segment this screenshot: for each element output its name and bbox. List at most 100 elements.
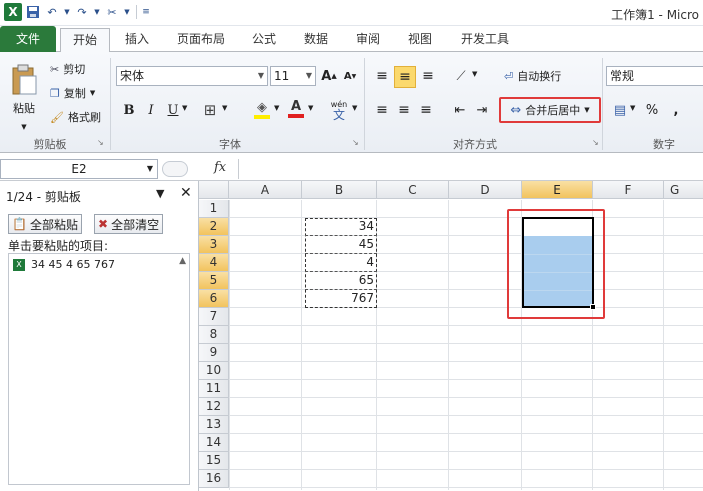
number-format-combo[interactable]: 常规 (606, 66, 703, 86)
cut-button[interactable]: ✂ 剪切 (50, 60, 85, 78)
phonetic-button[interactable]: wén 文 (326, 98, 352, 122)
cell-b5[interactable]: 65 (305, 272, 377, 290)
align-right-icon[interactable]: ≡ (416, 100, 436, 120)
column-header-c[interactable]: C (377, 181, 449, 199)
column-header-g[interactable]: G (664, 181, 703, 199)
tab-view[interactable]: 视图 (400, 28, 440, 52)
font-color-icon[interactable]: A (286, 98, 306, 120)
redo-icon[interactable]: ↷ (74, 4, 90, 20)
row-header[interactable]: 8 (199, 326, 229, 344)
tab-insert[interactable]: 插入 (114, 28, 160, 52)
underline-dropdown-icon[interactable]: ▼ (182, 104, 187, 112)
row-header[interactable]: 2 (199, 218, 229, 236)
borders-icon[interactable]: ⊞ (200, 100, 220, 120)
tab-data[interactable]: 数据 (296, 28, 336, 52)
undo-icon[interactable]: ↶ (44, 4, 60, 20)
row-header[interactable]: 3 (199, 236, 229, 254)
font-name-dropdown-icon[interactable]: ▼ (258, 67, 264, 85)
formula-bar-splitter-icon[interactable] (162, 161, 188, 177)
font-size-combo[interactable]: 11 ▼ (270, 66, 316, 86)
italic-button[interactable]: I (142, 100, 160, 120)
orientation-icon[interactable]: ⟋ (450, 66, 472, 86)
row-header[interactable]: 5 (199, 272, 229, 290)
column-header-e[interactable]: E (522, 181, 593, 199)
clear-all-button[interactable]: ✖ 全部清空 (94, 214, 164, 234)
row-header[interactable]: 7 (199, 308, 229, 326)
tab-home[interactable]: 开始 (60, 28, 110, 53)
undo-dropdown-icon[interactable]: ▼ (63, 4, 71, 20)
name-box[interactable]: E2 ▼ (0, 159, 158, 179)
paste-dropdown[interactable]: ▼ (18, 122, 30, 132)
row-header[interactable]: 16 (199, 470, 229, 488)
align-top-icon[interactable]: ≡ (372, 66, 392, 86)
tab-review[interactable]: 审阅 (348, 28, 388, 52)
row-header[interactable]: 15 (199, 452, 229, 470)
copy-button[interactable]: ❐ 复制 ▼ (50, 84, 95, 102)
clipboard-launcher-icon[interactable]: ↘ (97, 138, 104, 147)
underline-button[interactable]: U (164, 100, 182, 120)
fill-color-icon[interactable]: ◈ (252, 98, 272, 120)
phonetic-dropdown-icon[interactable]: ▼ (352, 104, 357, 112)
name-box-dropdown-icon[interactable]: ▼ (147, 160, 153, 178)
row-header[interactable]: 9 (199, 344, 229, 362)
paste-button[interactable]: 粘贴 (6, 58, 42, 122)
column-header-d[interactable]: D (449, 181, 522, 199)
tools-icon[interactable]: ✂ (104, 4, 120, 20)
tools-dropdown-icon[interactable]: ▼ (123, 4, 131, 20)
cell-b3[interactable]: 45 (305, 236, 377, 254)
font-color-dropdown-icon[interactable]: ▼ (308, 104, 313, 112)
row-header[interactable]: 1 (199, 200, 229, 218)
save-icon[interactable] (25, 4, 41, 20)
tab-formulas[interactable]: 公式 (244, 28, 284, 52)
align-middle-icon[interactable]: ≡ (394, 66, 416, 88)
close-pane-icon[interactable]: ✕ (180, 185, 192, 201)
tab-page-layout[interactable]: 页面布局 (166, 28, 236, 52)
tab-developer[interactable]: 开发工具 (452, 28, 518, 52)
cell-area[interactable] (229, 200, 703, 490)
scroll-up-icon[interactable]: ▲ (179, 256, 186, 266)
row-header[interactable]: 14 (199, 434, 229, 452)
alignment-launcher-icon[interactable]: ↘ (592, 138, 599, 147)
redo-dropdown-icon[interactable]: ▼ (93, 4, 101, 20)
align-left-icon[interactable]: ≡ (372, 100, 392, 120)
column-header-b[interactable]: B (302, 181, 377, 199)
font-size-dropdown-icon[interactable]: ▼ (306, 67, 312, 85)
cell-b6[interactable]: 767 (305, 290, 377, 308)
clipboard-item[interactable]: X 34 45 4 65 767 (13, 258, 115, 271)
row-header[interactable]: 13 (199, 416, 229, 434)
formula-input[interactable] (238, 159, 703, 179)
select-all-corner[interactable] (199, 181, 229, 199)
row-header[interactable]: 4 (199, 254, 229, 272)
orientation-dropdown-icon[interactable]: ▼ (472, 70, 477, 78)
accounting-format-icon[interactable]: ▤ (610, 100, 630, 120)
font-launcher-icon[interactable]: ↘ (352, 138, 359, 147)
tab-file[interactable]: 文件 (0, 26, 56, 52)
row-header[interactable]: 6 (199, 290, 229, 308)
insert-function-icon[interactable]: fx (214, 160, 226, 175)
row-header[interactable]: 10 (199, 362, 229, 380)
comma-button[interactable]: , (668, 100, 684, 120)
decrease-indent-icon[interactable]: ⇤ (450, 100, 470, 120)
pane-options-icon[interactable]: ▼ (156, 187, 164, 200)
copy-dropdown-icon[interactable]: ▼ (90, 89, 95, 97)
fill-color-dropdown-icon[interactable]: ▼ (274, 104, 279, 112)
shrink-font-icon[interactable]: A ▼ (342, 66, 358, 86)
format-painter-button[interactable]: 🖌 格式刷 (50, 108, 101, 126)
cell-b4[interactable]: 4 (305, 254, 377, 272)
customize-qat-icon[interactable]: ≡ (142, 4, 150, 20)
accounting-dropdown-icon[interactable]: ▼ (630, 104, 635, 112)
borders-dropdown-icon[interactable]: ▼ (222, 104, 227, 112)
bold-button[interactable]: B (120, 100, 138, 120)
row-header[interactable]: 12 (199, 398, 229, 416)
font-name-combo[interactable]: 宋体 ▼ (116, 66, 268, 86)
wrap-text-button[interactable]: ⏎ 自动换行 (504, 66, 561, 86)
cell-b2[interactable]: 34 (305, 218, 377, 236)
grow-font-icon[interactable]: A ▲ (320, 66, 338, 86)
column-header-f[interactable]: F (593, 181, 664, 199)
percent-button[interactable]: % (642, 100, 662, 120)
align-bottom-icon[interactable]: ≡ (418, 66, 438, 86)
increase-indent-icon[interactable]: ⇥ (472, 100, 492, 120)
paste-all-button[interactable]: 📋 全部粘贴 (8, 214, 82, 234)
column-header-a[interactable]: A (229, 181, 302, 199)
align-center-icon[interactable]: ≡ (394, 100, 414, 120)
